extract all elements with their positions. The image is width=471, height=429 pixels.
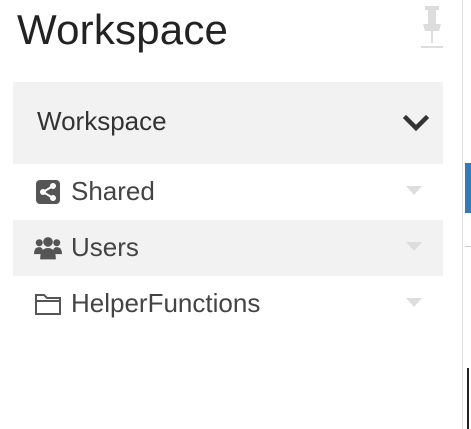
list-item-label: HelperFunctions (71, 288, 261, 318)
pin-icon[interactable] (420, 6, 444, 50)
caret-down-icon[interactable] (406, 242, 422, 252)
adjacent-edge-mark (467, 368, 469, 429)
panel-title: Workspace (17, 6, 229, 53)
caret-down-icon[interactable] (406, 186, 422, 196)
adjacent-accent-bar (465, 163, 471, 213)
adjacent-divider (465, 246, 471, 247)
list-item-helperfunctions[interactable]: HelperFunctions (13, 276, 443, 332)
chevron-down-icon[interactable] (403, 110, 429, 136)
accordion-header-label: Workspace (37, 106, 167, 136)
adjacent-panel-edge (463, 0, 471, 429)
list-item-users[interactable]: Users (13, 220, 443, 276)
folder-icon (35, 294, 61, 315)
list-item-shared[interactable]: Shared (13, 164, 443, 220)
list-item-label: Users (71, 232, 139, 262)
users-icon (34, 237, 62, 260)
workspace-accordion-header[interactable]: Workspace (13, 82, 443, 164)
workspace-panel: Workspace Workspace Shared Users HelperF… (0, 0, 462, 429)
caret-down-icon[interactable] (406, 298, 422, 308)
list-item-label: Shared (71, 176, 155, 206)
share-icon (36, 180, 60, 204)
